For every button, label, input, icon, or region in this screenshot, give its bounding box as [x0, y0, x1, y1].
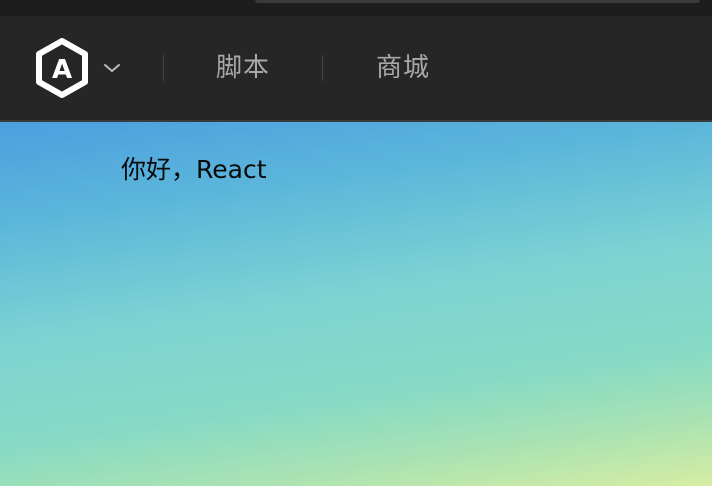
angular-logo-icon: A — [36, 38, 88, 98]
top-navbar: A 脚本 商城 — [0, 16, 712, 120]
nav-link-scripts[interactable]: 脚本 — [216, 16, 270, 120]
app-window: A 脚本 商城 你好，React — [0, 0, 712, 486]
chevron-down-icon — [104, 64, 120, 72]
nav-link-store[interactable]: 商城 — [376, 16, 430, 120]
logo-dropdown-button[interactable]: A — [34, 16, 121, 120]
nav-divider — [322, 55, 324, 81]
logo-letter: A — [52, 55, 72, 85]
greeting-text: 你好，React — [121, 155, 267, 184]
nav-divider — [163, 55, 164, 81]
main-content: 你好，React — [0, 122, 712, 486]
top-tab-edge — [255, 0, 700, 3]
window-top-strip — [0, 0, 712, 16]
